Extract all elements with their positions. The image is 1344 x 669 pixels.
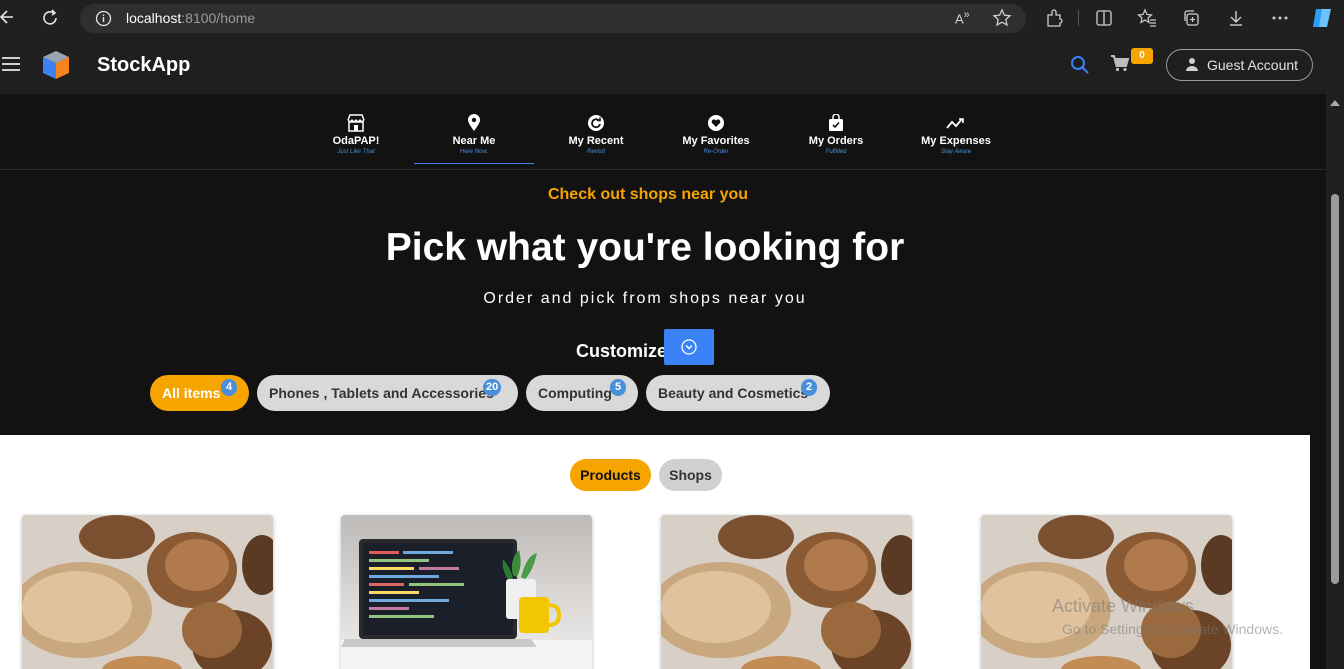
filter-chip-phones[interactable]: Phones , Tablets and Accessories 20: [257, 375, 518, 411]
read-aloud-icon[interactable]: A»: [955, 9, 975, 27]
nav-item-near-me[interactable]: Near Me Here Now.: [414, 114, 534, 156]
shopping-bag-icon: [826, 113, 846, 132]
extensions-icon[interactable]: [1044, 8, 1066, 28]
category-nav: OdaPAP! Just Like That Near Me Here Now.…: [0, 94, 1326, 170]
nav-sublabel: Fulfilled: [825, 149, 847, 155]
url-host: localhost: [126, 10, 182, 26]
segment-products-button[interactable]: Products: [570, 459, 651, 491]
nav-label: My Recent: [568, 135, 624, 147]
nav-item-my-expenses[interactable]: My Expenses Stay Aware: [896, 114, 1016, 156]
menu-hamburger-icon[interactable]: [2, 57, 20, 73]
site-info-icon[interactable]: [95, 10, 112, 27]
storefront-icon: [346, 114, 366, 132]
chip-label: All items: [162, 385, 221, 401]
chip-label: Phones , Tablets and Accessories: [269, 385, 494, 401]
address-bar[interactable]: localhost:8100/home A»: [80, 4, 1026, 33]
nav-sublabel: Re-Order: [703, 149, 729, 155]
back-arrow-icon[interactable]: [0, 8, 18, 28]
collections-icon[interactable]: [1181, 8, 1203, 28]
nav-sublabel: Here Now.: [459, 149, 488, 155]
split-screen-icon[interactable]: [1094, 8, 1116, 28]
hero-kicker: Check out shops near you: [547, 186, 749, 203]
search-icon[interactable]: [1070, 55, 1090, 75]
customize-button[interactable]: [664, 329, 714, 365]
bread-image: [981, 515, 1232, 669]
guest-account-button[interactable]: Guest Account: [1166, 49, 1313, 81]
product-card[interactable]: [661, 515, 912, 669]
page-scrollbar[interactable]: [1326, 94, 1344, 669]
nav-item-my-orders[interactable]: My Orders Fulfilled: [776, 113, 896, 156]
product-card[interactable]: [981, 515, 1232, 669]
nav-label: My Favorites: [682, 135, 750, 147]
chip-count-badge: 2: [801, 379, 817, 396]
nav-label: My Orders: [808, 135, 864, 147]
nav-label: OdaPAP!: [332, 135, 380, 147]
user-icon: [1185, 57, 1199, 74]
chip-count-badge: 5: [610, 379, 626, 396]
scroll-up-arrow-icon[interactable]: [1330, 100, 1340, 106]
favorites-list-icon[interactable]: [1137, 8, 1159, 28]
segment-shops-button[interactable]: Shops: [659, 459, 722, 491]
guest-account-label: Guest Account: [1207, 57, 1299, 73]
app-header: StockApp 0 Guest Account: [0, 37, 1344, 94]
reload-icon[interactable]: [40, 8, 62, 28]
downloads-icon[interactable]: [1226, 8, 1248, 28]
bread-image: [661, 515, 912, 669]
filter-chip-computing[interactable]: Computing 5: [526, 375, 638, 411]
cart-count-badge: 0: [1131, 48, 1153, 64]
hero-section: Check out shops near you Pick what you'r…: [0, 171, 1310, 435]
app-logo-cube-icon: [40, 49, 72, 81]
scroll-thumb[interactable]: [1331, 194, 1339, 584]
nav-sublabel: Just Like That: [337, 149, 375, 155]
hero-subtitle: Order and pick from shops near you: [483, 290, 807, 307]
filter-chip-beauty[interactable]: Beauty and Cosmetics 2: [646, 375, 830, 411]
nav-item-my-favorites[interactable]: My Favorites Re-Order: [656, 114, 776, 156]
customize-label: Customize: [576, 341, 668, 361]
bread-image: [22, 515, 273, 669]
recent-icon: [586, 114, 606, 132]
chip-label: Beauty and Cosmetics: [658, 385, 809, 401]
trend-icon: [946, 114, 966, 132]
nav-sublabel: Revisit: [586, 149, 605, 155]
chevron-down-circle-icon: [681, 339, 697, 355]
product-card[interactable]: [22, 515, 273, 669]
url-text: localhost:8100/home: [126, 10, 255, 26]
nav-label: Near Me: [452, 135, 496, 147]
app-title: StockApp: [97, 54, 191, 76]
activation-watermark-subtitle: Go to Settings to activate Windows.: [1062, 621, 1283, 637]
more-menu-icon[interactable]: [1270, 8, 1292, 28]
filter-chip-all-items[interactable]: All items 4: [150, 375, 249, 411]
copilot-icon[interactable]: [1310, 6, 1334, 30]
cart-icon[interactable]: [1110, 54, 1132, 74]
location-pin-icon: [464, 114, 484, 132]
url-path: :8100/home: [181, 10, 256, 26]
nav-sublabel: Stay Aware: [940, 149, 972, 155]
nav-label: My Expenses: [921, 135, 991, 147]
favorite-star-icon[interactable]: [992, 8, 1012, 28]
laptop-image: [341, 515, 592, 669]
activation-watermark-title: Activate Windows: [1052, 596, 1195, 616]
chip-count-badge: 4: [221, 379, 237, 396]
chip-label: Computing: [538, 385, 612, 401]
chip-count-badge: 20: [483, 379, 502, 396]
heart-icon: [706, 114, 726, 132]
product-card[interactable]: [341, 515, 592, 669]
nav-item-my-recent[interactable]: My Recent Revisit: [536, 114, 656, 156]
hero-title: Pick what you're looking for: [385, 226, 905, 269]
toolbar-divider: [1078, 10, 1079, 26]
active-tab-indicator: [414, 163, 534, 164]
browser-toolbar: localhost:8100/home A»: [0, 0, 1344, 37]
nav-item-odapap[interactable]: OdaPAP! Just Like That: [296, 114, 416, 156]
page-content: OdaPAP! Just Like That Near Me Here Now.…: [0, 94, 1326, 669]
